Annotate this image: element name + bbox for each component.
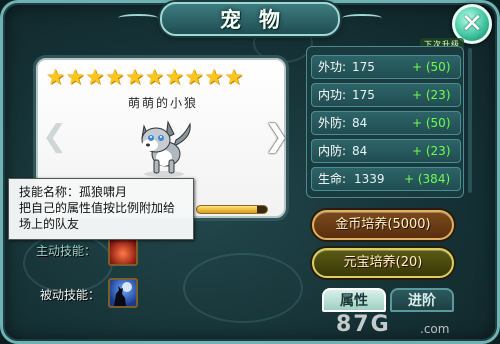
tab-attributes[interactable]: 属性 bbox=[322, 288, 386, 312]
gold-cultivate-button[interactable]: 金币培养(5000) bbox=[312, 210, 454, 240]
tooltip-skill-name: 技能名称：孤狼啸月 bbox=[19, 185, 128, 199]
stat-increase: + (50) bbox=[412, 116, 451, 130]
banner-decor bbox=[342, 14, 382, 22]
stat-value: 175 bbox=[352, 88, 375, 102]
active-skill-label: 主动技能： bbox=[36, 244, 97, 258]
stat-row-health: 生命: 1339 + (384) bbox=[311, 167, 461, 191]
howling-wolf-icon[interactable] bbox=[108, 278, 138, 308]
star-icon: ★ bbox=[204, 65, 224, 89]
stat-value: 175 bbox=[352, 60, 375, 74]
pet-xp-fill bbox=[197, 206, 257, 213]
wolf-pet-image bbox=[141, 120, 191, 177]
stat-value: 1339 bbox=[354, 172, 385, 186]
stat-row-outer-attack: 外功: 175 + (50) bbox=[311, 55, 461, 79]
skill-tooltip: 技能名称：孤狼啸月 把自己的属性值按比例附加给 场上的队友 bbox=[8, 178, 194, 240]
star-rating: ★ ★ ★ ★ ★ ★ ★ ★ ★ ★ bbox=[46, 66, 243, 88]
stat-row-inner-attack: 内功: 175 + (23) bbox=[311, 83, 461, 107]
stat-name: 外防: bbox=[318, 116, 347, 130]
star-icon: ★ bbox=[65, 65, 85, 89]
star-icon: ★ bbox=[145, 65, 164, 89]
stats-panel: 外功: 175 + (50) 内功: 175 + (23) 外防: 84 + (… bbox=[306, 46, 464, 198]
stat-name: 外功: bbox=[318, 60, 347, 74]
stat-increase: + (23) bbox=[412, 144, 451, 158]
chevron-right-icon[interactable]: ❯ bbox=[264, 122, 289, 152]
tab-advance[interactable]: 进阶 bbox=[390, 288, 454, 312]
close-icon: ✕ bbox=[461, 9, 483, 39]
stat-increase: + (50) bbox=[412, 60, 451, 74]
stat-increase: + (384) bbox=[404, 172, 451, 186]
yuanbao-cultivate-button[interactable]: 元宝培养(20) bbox=[312, 248, 454, 278]
stat-value: 84 bbox=[352, 116, 368, 130]
star-icon: ★ bbox=[125, 65, 145, 89]
stat-name: 生命: bbox=[318, 172, 347, 186]
star-icon: ★ bbox=[184, 65, 204, 89]
passive-skill-label: 被动技能： bbox=[40, 288, 101, 302]
star-icon: ★ bbox=[46, 65, 65, 89]
star-icon: ★ bbox=[85, 65, 105, 89]
banner-decor bbox=[118, 14, 158, 22]
site-watermark: 87G bbox=[336, 312, 391, 337]
title-banner: 宠物 bbox=[160, 2, 340, 36]
stats-scrollbar[interactable] bbox=[468, 48, 472, 193]
stat-increase: + (23) bbox=[412, 88, 451, 102]
window-title: 宠物 bbox=[220, 7, 298, 32]
decor-swirl bbox=[183, 253, 303, 323]
pet-name: 萌萌的小狼 bbox=[127, 96, 198, 110]
pet-xp-bar bbox=[196, 205, 268, 214]
stat-name: 内防: bbox=[318, 144, 347, 158]
stat-row-inner-defense: 内防: 84 + (23) bbox=[311, 139, 461, 163]
chevron-left-icon[interactable]: ❮ bbox=[42, 122, 67, 152]
stat-value: 84 bbox=[352, 144, 368, 158]
tooltip-description-cont: 场上的队友 bbox=[19, 217, 80, 231]
star-icon: ★ bbox=[164, 65, 184, 89]
site-watermark-suffix: .com bbox=[420, 322, 450, 336]
howling-wolf-icon bbox=[114, 282, 132, 306]
stat-row-outer-defense: 外防: 84 + (50) bbox=[311, 111, 461, 135]
star-icon: ★ bbox=[224, 65, 244, 89]
tooltip-description: 把自己的属性值按比例附加给 bbox=[19, 201, 176, 215]
stat-name: 内功: bbox=[318, 88, 347, 102]
fire-skill-icon[interactable] bbox=[108, 236, 138, 266]
star-icon: ★ bbox=[105, 65, 125, 89]
